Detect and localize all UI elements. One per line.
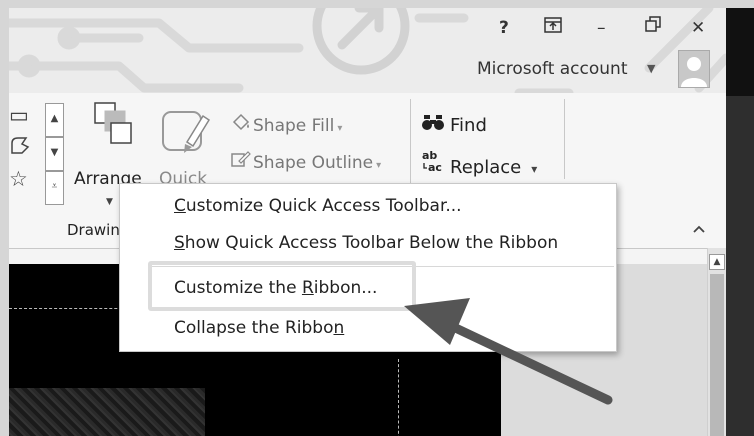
quick-styles-icon xyxy=(162,111,211,153)
shape-outline-button[interactable]: Shape Outline ▾ xyxy=(231,150,381,173)
replace-button[interactable]: ab ac Replace ▾ xyxy=(422,149,537,178)
arrange-caret: ▼ xyxy=(106,197,113,207)
ribbon-context-menu: Customize Quick Access Toolbar... Show Q… xyxy=(119,183,617,352)
menu-item-show-qat-below-ribbon[interactable]: Show Quick Access Toolbar Below the Ribb… xyxy=(174,233,558,253)
slide-texture-image xyxy=(9,388,205,436)
close-icon[interactable]: ✕ xyxy=(691,18,705,38)
gallery-scroll-up-button[interactable]: ▲ xyxy=(45,103,64,137)
ribbon-display-options-icon[interactable] xyxy=(544,16,562,39)
shape-fill-button[interactable]: Shape Fill ▾ xyxy=(231,113,342,136)
minimize-icon[interactable]: – xyxy=(597,18,606,38)
menu-item-collapse-the-ribbon[interactable]: Collapse the Ribbon xyxy=(174,318,344,338)
circuit-background-decoration xyxy=(9,8,726,93)
collapse-ribbon-chevron-icon[interactable] xyxy=(692,220,706,238)
rectangle-shape-icon[interactable]: ▭ xyxy=(9,103,29,127)
scroll-thumb[interactable] xyxy=(710,274,724,436)
vertical-scrollbar[interactable]: ▲ xyxy=(707,248,726,436)
shape-outline-label: Shape Outline xyxy=(253,153,374,173)
replace-icon: ab ac xyxy=(422,149,450,178)
freeform-shape-icon[interactable] xyxy=(9,135,31,162)
arrange-icon xyxy=(94,102,132,144)
find-button[interactable]: Find xyxy=(422,113,487,136)
avatar[interactable] xyxy=(678,50,710,88)
menu-item-customize-quick-access-toolbar[interactable]: Customize Quick Access Toolbar... xyxy=(174,196,462,216)
shapes-gallery[interactable]: ▭ ☆ ▲ ▼ ⩡ xyxy=(9,103,67,205)
menu-item-customize-the-ribbon[interactable]: Customize the Ribbon... xyxy=(174,278,377,298)
replace-caret: ▾ xyxy=(531,162,538,176)
help-icon[interactable]: ? xyxy=(499,18,509,38)
shape-fill-label: Shape Fill xyxy=(253,116,335,136)
restore-icon[interactable] xyxy=(645,16,661,37)
ribbon-group-separator xyxy=(564,99,565,179)
microsoft-account-label[interactable]: Microsoft account xyxy=(477,59,628,79)
account-dropdown-caret[interactable]: ▼ xyxy=(647,62,655,75)
shape-outline-caret: ▾ xyxy=(376,160,382,171)
right-dark-strip xyxy=(726,8,754,436)
gallery-more-button[interactable]: ⩡ xyxy=(45,171,64,205)
pen-outline-icon xyxy=(231,150,253,173)
replace-label: Replace xyxy=(450,157,522,178)
gallery-scroll-down-button[interactable]: ▼ xyxy=(45,137,64,171)
star-shape-icon[interactable]: ☆ xyxy=(9,167,28,191)
placeholder-dashed-border xyxy=(398,359,399,436)
paint-bucket-icon xyxy=(231,113,253,136)
scroll-up-button[interactable]: ▲ xyxy=(709,254,725,270)
shape-fill-caret: ▾ xyxy=(337,123,343,134)
svg-text:ac: ac xyxy=(428,161,442,173)
binoculars-icon xyxy=(422,113,450,136)
title-bar: ? – ✕ Microsoft account ▼ xyxy=(9,8,726,93)
find-label: Find xyxy=(450,115,487,136)
